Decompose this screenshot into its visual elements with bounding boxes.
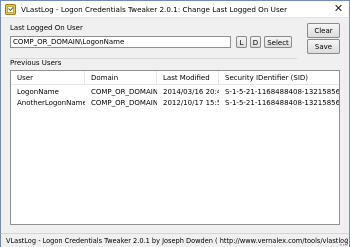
close-icon[interactable]: ✕ — [332, 3, 345, 15]
cell-last-modified: 2014/03/16 20:40 — [163, 88, 219, 96]
cell-user: AnotherLogonName — [17, 99, 85, 107]
cell-sid: S-1-5-21-1168488408-1321585665-21 — [225, 99, 339, 107]
list-header: User Domain Last Modified Security IDent… — [11, 71, 339, 85]
column-header-last-modified[interactable]: Last Modified — [157, 71, 219, 85]
main-window: VLastLog - Logon Credentials Tweaker 2.0… — [0, 0, 350, 247]
vlastlog-app-icon — [5, 4, 16, 15]
table-row[interactable]: AnotherLogonName COMP_OR_DOMAIN 2012/10/… — [11, 98, 339, 109]
cell-domain: COMP_OR_DOMAIN — [91, 88, 157, 96]
last-logged-on-label: Last Logged On User — [10, 24, 83, 32]
column-header-user[interactable]: User — [11, 71, 85, 85]
window-title: VLastLog - Logon Credentials Tweaker 2.0… — [21, 5, 288, 14]
cell-last-modified: 2012/10/17 15:58 — [163, 99, 219, 107]
select-button[interactable]: Select — [264, 36, 292, 48]
table-row[interactable]: LogonName COMP_OR_DOMAIN 2014/03/16 20:4… — [11, 87, 339, 98]
column-header-sid[interactable]: Security IDentifier (SID) — [219, 71, 339, 85]
clear-button[interactable]: Clear — [307, 23, 340, 38]
column-header-domain[interactable]: Domain — [85, 71, 157, 85]
resize-grip-icon[interactable] — [339, 237, 348, 246]
cell-user: LogonName — [17, 88, 59, 96]
title-bar[interactable]: VLastLog - Logon Credentials Tweaker 2.0… — [1, 1, 349, 18]
cell-sid: S-1-5-21-1168488408-1321585665-21 — [225, 88, 339, 96]
previous-users-label: Previous Users — [10, 59, 62, 67]
previous-users-list[interactable]: User Domain Last Modified Security IDent… — [10, 70, 340, 225]
d-button[interactable]: D — [250, 36, 261, 48]
status-bar: VLastLog - Logon Credentials Tweaker 2.0… — [1, 233, 350, 247]
status-text: VLastLog - Logon Credentials Tweaker 2.0… — [6, 237, 350, 245]
cell-domain: COMP_OR_DOMAIN — [91, 99, 157, 107]
last-logged-on-input[interactable]: COMP_OR_DOMAIN\LogonName — [10, 36, 231, 48]
l-button[interactable]: L — [236, 36, 247, 48]
save-button[interactable]: Save — [307, 39, 340, 54]
